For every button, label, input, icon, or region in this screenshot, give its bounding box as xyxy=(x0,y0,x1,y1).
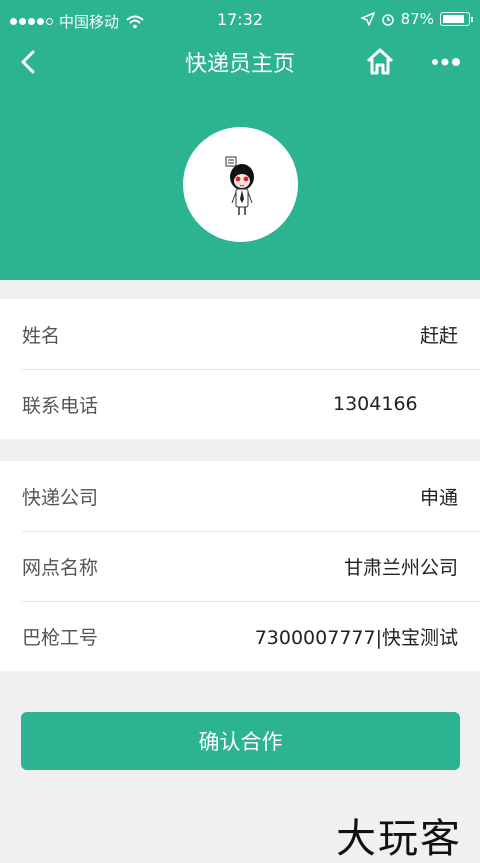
location-arrow-icon xyxy=(360,12,375,26)
status-bar: 中国移动 17:32 87% xyxy=(0,0,480,40)
alarm-icon xyxy=(381,14,394,26)
company-value: 申通 xyxy=(419,486,458,509)
name-value: 赶赶 xyxy=(419,324,458,347)
row-company: 快递公司 申通 xyxy=(0,461,480,531)
company-label: 快递公司 xyxy=(22,486,99,509)
header-banner: 中国移动 17:32 87% 快递员主页 xyxy=(0,0,480,280)
page-title: 快递员主页 xyxy=(184,52,295,77)
branch-value: 甘肃兰州公司 xyxy=(343,556,458,579)
nav-bar: 快递员主页 xyxy=(0,40,480,84)
phone-label: 联系电话 xyxy=(22,394,99,417)
phone-value: 1304166 xyxy=(333,393,418,415)
row-branch: 网点名称 甘肃兰州公司 xyxy=(0,531,480,601)
home-icon[interactable] xyxy=(364,46,396,78)
watermark: 大玩客 xyxy=(336,816,462,862)
battery-percent: 87% xyxy=(400,10,434,28)
more-icon[interactable] xyxy=(428,48,464,76)
info-card-company: 快递公司 申通 网点名称 甘肃兰州公司 巴枪工号 7300007777|快宝测试 xyxy=(0,461,480,671)
scanner-id-value: 7300007777|快宝测试 xyxy=(254,626,458,649)
name-label: 姓名 xyxy=(22,324,61,347)
cartoon-avatar-icon xyxy=(225,156,254,215)
branch-label: 网点名称 xyxy=(22,556,99,579)
battery-fill xyxy=(443,15,464,23)
row-scanner-id: 巴枪工号 7300007777|快宝测试 xyxy=(0,601,480,671)
avatar[interactable] xyxy=(183,127,298,242)
status-right: 87% xyxy=(360,10,473,28)
scanner-id-label: 巴枪工号 xyxy=(22,626,99,649)
confirm-cooperation-button[interactable]: 确认合作 xyxy=(21,712,460,770)
battery-icon xyxy=(440,12,473,26)
info-card-contact: 姓名 赶赶 联系电话 1304166 xyxy=(0,299,480,439)
row-phone: 联系电话 1304166 xyxy=(0,369,480,439)
row-name: 姓名 赶赶 xyxy=(0,299,480,369)
